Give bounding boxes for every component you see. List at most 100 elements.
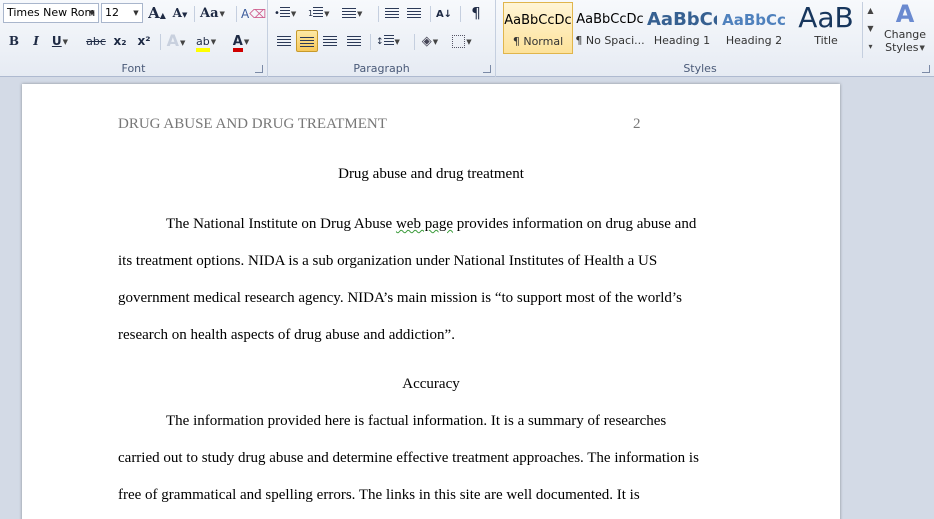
font-group: Times New Rom ▼ 12 ▼ A▲ A▼ Aa▼ A⌫ B I U▼ <box>0 0 268 77</box>
align-center-button[interactable] <box>296 30 318 52</box>
change-styles-label-2-wrap: Styles▼ <box>885 41 925 54</box>
bullets-button[interactable]: • ▼ <box>274 2 296 24</box>
justify-icon <box>347 31 361 53</box>
styles-dialog-launcher-icon[interactable] <box>922 65 930 73</box>
underline-button[interactable]: U▼ <box>50 30 70 52</box>
pilcrow-icon: ¶ <box>471 4 481 22</box>
separator <box>460 6 461 22</box>
multilevel-list-icon <box>342 3 356 25</box>
sort-icon: A↓ <box>435 9 453 20</box>
justify-button[interactable] <box>344 30 364 52</box>
style-name: ¶ No Spaci... <box>575 34 645 47</box>
superscript-icon: x² <box>137 34 151 48</box>
change-styles-icon: A <box>895 0 915 28</box>
grammar-flagged-text[interactable]: web page <box>396 216 453 232</box>
font-name-value: Times New Rom <box>7 6 96 19</box>
font-color-button[interactable]: A▼ <box>231 30 251 52</box>
style-name: Title <box>814 34 838 47</box>
decrease-indent-icon <box>385 3 399 25</box>
shading-button[interactable]: ◈▼ <box>420 30 440 52</box>
paragraph-dialog-launcher-icon[interactable] <box>483 65 491 73</box>
style-name: Heading 2 <box>725 34 783 47</box>
decrease-indent-button[interactable] <box>382 2 402 24</box>
italic-icon: I <box>33 34 39 48</box>
chevron-down-icon[interactable]: ▼ <box>86 4 98 22</box>
paragraph-line[interactable]: research on health aspects of drug abuse… <box>118 327 455 344</box>
separator <box>430 6 431 22</box>
paragraph-line[interactable]: its treatment options. NIDA is a sub org… <box>118 253 657 270</box>
increase-indent-icon <box>407 3 421 25</box>
document-page[interactable]: DRUG ABUSE AND DRUG TREATMENT 2 Drug abu… <box>22 84 840 519</box>
align-left-icon <box>277 31 291 53</box>
grow-font-button[interactable]: A▲ <box>147 2 167 24</box>
scroll-down-icon[interactable]: ▼ <box>863 20 878 38</box>
bullets-icon: • <box>274 3 290 25</box>
paragraph-line[interactable]: free of grammatical and spelling errors.… <box>118 487 640 504</box>
borders-button[interactable]: ▼ <box>452 30 472 52</box>
increase-indent-button[interactable] <box>404 2 424 24</box>
text-run: The National Institute on Drug Abuse <box>166 216 396 232</box>
highlight-button[interactable]: ab▼ <box>196 30 216 52</box>
styles-gallery-scroll[interactable]: ▲ ▼ ▾ <box>862 2 878 58</box>
paragraph-group: • ▼ 1 ▼ ▼ A↓ ¶ ↕ ▼ ◈▼ ▼ Paragraph <box>268 0 496 77</box>
style-normal[interactable]: AaBbCcDc ¶ Normal <box>503 2 573 54</box>
style-no-spacing[interactable]: AaBbCcDc ¶ No Spaci... <box>575 2 645 54</box>
styles-group: AaBbCcDc ¶ Normal AaBbCcDc ¶ No Spaci...… <box>496 0 934 77</box>
separator <box>194 6 195 22</box>
paragraph-line[interactable]: The information provided here is factual… <box>166 413 666 430</box>
bold-button[interactable]: B <box>4 30 24 52</box>
style-sample: AaBbCc <box>647 9 717 30</box>
subscript-icon: x₂ <box>113 34 127 48</box>
style-name: Heading 1 <box>653 34 711 47</box>
font-name-combo[interactable]: Times New Rom ▼ <box>3 3 99 23</box>
numbering-button[interactable]: 1 ▼ <box>308 2 329 24</box>
superscript-button[interactable]: x² <box>134 30 154 52</box>
page-number[interactable]: 2 <box>633 116 641 133</box>
change-case-button[interactable]: Aa▼ <box>200 2 225 24</box>
multilevel-list-button[interactable]: ▼ <box>342 2 362 24</box>
show-formatting-button[interactable]: ¶ <box>466 2 486 24</box>
text-effects-button[interactable]: A▼ <box>166 30 186 52</box>
separator <box>370 34 371 50</box>
sort-button[interactable]: A↓ <box>434 2 454 24</box>
underline-icon: U <box>51 34 62 48</box>
separator <box>414 34 415 50</box>
strikethrough-button[interactable]: abc <box>86 30 106 52</box>
clear-formatting-button[interactable]: A⌫ <box>241 2 266 24</box>
align-right-button[interactable] <box>320 30 340 52</box>
style-title[interactable]: AaB Title <box>791 2 861 54</box>
paragraph-line[interactable]: The National Institute on Drug Abuse web… <box>166 216 696 233</box>
section-heading[interactable]: Accuracy <box>22 376 840 393</box>
font-dialog-launcher-icon[interactable] <box>255 65 263 73</box>
style-sample: AaBbCcDc <box>504 13 572 28</box>
bold-icon: B <box>8 34 20 48</box>
document-title[interactable]: Drug abuse and drug treatment <box>22 166 840 183</box>
style-heading-1[interactable]: AaBbCc Heading 1 <box>647 2 717 54</box>
separator <box>160 34 161 50</box>
separator <box>236 6 237 22</box>
change-styles-label-2: Styles <box>885 41 919 54</box>
font-size-value: 12 <box>105 6 119 19</box>
line-spacing-button[interactable]: ↕ ▼ <box>376 30 400 52</box>
font-size-combo[interactable]: 12 ▼ <box>101 3 143 23</box>
style-heading-2[interactable]: AaBbCc Heading 2 <box>719 2 789 54</box>
font-group-label: Font <box>121 62 146 75</box>
paragraph-line[interactable]: government medical research agency. NIDA… <box>118 290 682 307</box>
paint-bucket-icon: ◈ <box>421 34 432 49</box>
ribbon: Times New Rom ▼ 12 ▼ A▲ A▼ Aa▼ A⌫ B I U▼ <box>0 0 934 77</box>
subscript-button[interactable]: x₂ <box>110 30 130 52</box>
scroll-up-icon[interactable]: ▲ <box>863 2 878 20</box>
align-right-icon <box>323 31 337 53</box>
more-styles-icon[interactable]: ▾ <box>863 38 878 56</box>
shrink-font-icon: A <box>172 6 182 20</box>
change-case-icon: Aa <box>200 6 219 21</box>
running-header[interactable]: DRUG ABUSE AND DRUG TREATMENT <box>118 116 387 133</box>
italic-button[interactable]: I <box>26 30 46 52</box>
change-styles-button[interactable]: A Change Styles▼ <box>880 0 930 60</box>
shrink-font-button[interactable]: A▼ <box>170 2 190 24</box>
paragraph-line[interactable]: carried out to study drug abuse and dete… <box>118 450 699 467</box>
align-left-button[interactable] <box>274 30 294 52</box>
chevron-down-icon[interactable]: ▼ <box>130 4 142 22</box>
change-styles-label-1: Change <box>883 28 927 41</box>
align-center-icon <box>300 32 314 54</box>
